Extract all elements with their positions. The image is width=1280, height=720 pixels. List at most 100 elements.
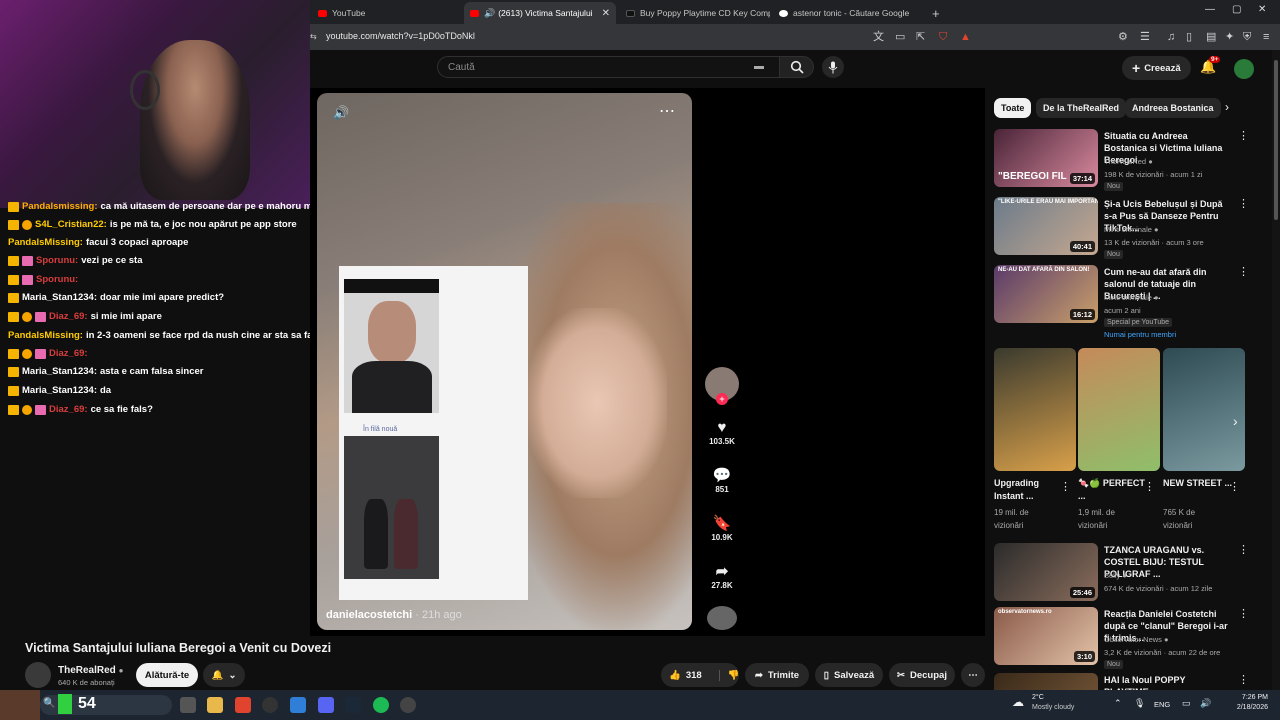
more-vertical-icon[interactable]: ⋮ <box>1238 197 1249 210</box>
network-icon[interactable]: ▭ <box>1182 698 1191 709</box>
share-action[interactable]: ➦ 27.8K <box>704 563 740 590</box>
translate-icon[interactable]: 文 <box>873 31 884 43</box>
file-explorer-icon[interactable] <box>207 697 223 713</box>
brave-rewards-icon[interactable]: ▲ <box>960 31 971 43</box>
extensions-icon[interactable]: ⚙ <box>1118 31 1128 43</box>
volume-icon[interactable]: 🔊 <box>333 105 349 121</box>
recommended-video[interactable]: NE-AU DAT AFARĂ DIN SALON! 16:12 Cum ne-au… <box>994 265 1254 345</box>
chip-all[interactable]: Toate <box>994 98 1032 118</box>
comment-action[interactable]: 💬 851 <box>704 467 740 494</box>
creator-avatar[interactable]: + <box>704 367 740 405</box>
short-video-frame[interactable]: 🔊 ⋯ În filă nouă danielacostetchi · 21h … <box>317 93 692 630</box>
more-vertical-icon[interactable]: ⋮ <box>1238 673 1249 686</box>
short-title[interactable]: NEW STREET ... <box>1163 477 1233 490</box>
notifications-button[interactable]: 🔔 9+ <box>1200 56 1221 75</box>
like-button[interactable]: 👍 318 👎 <box>661 663 740 687</box>
store-icon[interactable] <box>290 697 306 713</box>
site-info-icon[interactable]: ⇆ <box>310 31 317 43</box>
reader-icon[interactable]: ▯ <box>1186 31 1192 43</box>
video-thumbnail[interactable]: observatornews.ro 3:10 <box>994 607 1098 665</box>
short-thumbnail[interactable] <box>1078 348 1160 471</box>
video-thumbnail[interactable]: "BEREGOI FIL 37:14 <box>994 129 1098 187</box>
menu-icon[interactable]: ≡ <box>1263 31 1269 43</box>
dislike-icon[interactable]: 👎 <box>718 669 740 681</box>
shorts-next-icon[interactable]: › <box>1233 413 1238 429</box>
more-vertical-icon[interactable]: ⋮ <box>1060 480 1071 493</box>
tab-poppy-playtime[interactable]: Buy Poppy Playtime CD Key Compar <box>620 2 770 24</box>
clock-date[interactable]: 2/18/2026 <box>1228 704 1268 711</box>
subscription-bell-button[interactable]: 🔔 ⌄ <box>203 663 245 687</box>
new-tab-button[interactable]: + <box>926 2 946 24</box>
more-vertical-icon[interactable]: ⋮ <box>1238 543 1249 556</box>
video-thumbnail[interactable]: 25:46 <box>994 543 1098 601</box>
maximize-icon[interactable]: ▢ <box>1232 4 1241 15</box>
channel-name[interactable]: TheRealRed ● <box>1104 157 1153 166</box>
more-options-icon[interactable]: ⋯ <box>659 101 676 121</box>
recommended-video[interactable]: "LIKE-URILE ERAU MAI IMPORTANTE"40:41Și-… <box>994 197 1254 259</box>
cast-icon[interactable]: ▭ <box>895 31 905 43</box>
brave-icon[interactable] <box>235 697 251 713</box>
tray-expand-icon[interactable]: ⌃ <box>1114 698 1122 709</box>
more-vertical-icon[interactable]: ⋮ <box>1238 607 1249 620</box>
spotify-icon[interactable] <box>373 697 389 713</box>
recommended-video[interactable]: "BEREGOI FIL 37:14 Situatia cu Andreea Bos… <box>994 129 1254 191</box>
microphone-icon[interactable]: 🎙 <box>1134 698 1145 709</box>
volume-icon[interactable]: 🔊 <box>1200 698 1211 709</box>
settings-icon[interactable] <box>400 697 416 713</box>
close-window-icon[interactable]: ✕ <box>1258 4 1266 15</box>
wallet-icon[interactable]: ▤ <box>1206 31 1216 43</box>
short-thumbnail[interactable] <box>1163 348 1245 471</box>
search-input[interactable]: Caută ▬ <box>437 56 780 78</box>
brave-shield-icon[interactable]: ⛉ <box>939 31 947 43</box>
short-title[interactable]: Upgrading Instant ... <box>994 477 1064 503</box>
minimize-icon[interactable]: — <box>1205 4 1215 15</box>
leo-icon[interactable]: ✦ <box>1225 31 1234 43</box>
recommended-video[interactable]: 25:46 TZANCA URAGANU vs. COSTEL BIJU: TES… <box>994 543 1254 605</box>
vpn-icon[interactable]: ⛨ <box>1243 31 1251 43</box>
video-thumbnail[interactable]: NE-AU DAT AFARĂ DIN SALON! 16:12 <box>994 265 1098 323</box>
voice-search-button[interactable] <box>822 56 844 78</box>
channel-name[interactable]: Minti criminale ● <box>1104 225 1159 234</box>
video-thumbnail[interactable] <box>994 673 1098 690</box>
like-action[interactable]: ♥ 103.5K <box>704 419 740 446</box>
short-title[interactable]: 🍬🍏 PERFECT ... <box>1078 477 1148 503</box>
chip-andreea[interactable]: Andreea Bostanica <box>1125 98 1221 118</box>
follow-plus-icon[interactable]: + <box>716 393 728 405</box>
clock-time[interactable]: 7:26 PM <box>1228 694 1268 701</box>
tab-active-video[interactable]: 🔊 (2613) Victima Santajului Iulia ✕ <box>464 2 616 24</box>
more-vertical-icon[interactable]: ⋮ <box>1238 129 1249 142</box>
search-button[interactable] <box>780 56 814 78</box>
task-view-icon[interactable] <box>180 697 196 713</box>
more-actions-button[interactable]: ⋯ <box>961 663 985 687</box>
recommended-video[interactable]: observatornews.ro 3:10 Reacția Danielei Co… <box>994 607 1254 669</box>
more-vertical-icon[interactable]: ⋮ <box>1144 480 1155 493</box>
close-tab-icon[interactable]: ✕ <box>602 8 610 19</box>
share-icon[interactable]: ⇱ <box>916 31 925 43</box>
channel-name[interactable]: Observator News ● <box>1104 635 1169 644</box>
discord-icon[interactable] <box>318 697 334 713</box>
language-indicator[interactable]: ENG <box>1154 700 1170 709</box>
music-icon[interactable]: ♫ <box>1167 31 1175 43</box>
create-button[interactable]: + Creează <box>1122 56 1191 80</box>
video-thumbnail[interactable]: "LIKE-URILE ERAU MAI IMPORTANTE" 40:41 <box>994 197 1098 255</box>
avatar[interactable] <box>1234 59 1254 79</box>
taskbar-search[interactable]: 🔍 54 <box>40 694 172 715</box>
url-field[interactable]: youtube.com/watch?v=1pD0oTDoNkl <box>326 31 475 41</box>
save-button[interactable]: ▯ Salvează <box>815 663 883 687</box>
obs-icon[interactable] <box>262 697 278 713</box>
keyboard-icon[interactable]: ▬ <box>754 61 764 72</box>
more-vertical-icon[interactable]: ⋮ <box>1238 265 1249 278</box>
short-thumbnail[interactable] <box>994 348 1076 471</box>
channel-avatar[interactable] <box>25 662 51 688</box>
tab-youtube[interactable]: YouTube <box>312 2 462 24</box>
more-vertical-icon[interactable]: ⋮ <box>1229 480 1240 493</box>
chip-from-channel[interactable]: De la TheRealRed <box>1036 98 1127 118</box>
clip-button[interactable]: ✂ Decupaj <box>889 663 955 687</box>
channel-name[interactable]: Minti criminale ● <box>1104 293 1159 302</box>
channel-name[interactable]: TheRealRed ● <box>58 665 123 676</box>
share-button[interactable]: ➦ Trimite <box>745 663 809 687</box>
recommended-video[interactable]: HAI la Noul POPPY PLAYTIME ⋮ <box>994 673 1254 690</box>
page-scrollbar[interactable] <box>1272 50 1280 690</box>
sound-disc[interactable] <box>704 606 740 630</box>
video-title[interactable]: HAI la Noul POPPY PLAYTIME <box>1104 674 1232 690</box>
